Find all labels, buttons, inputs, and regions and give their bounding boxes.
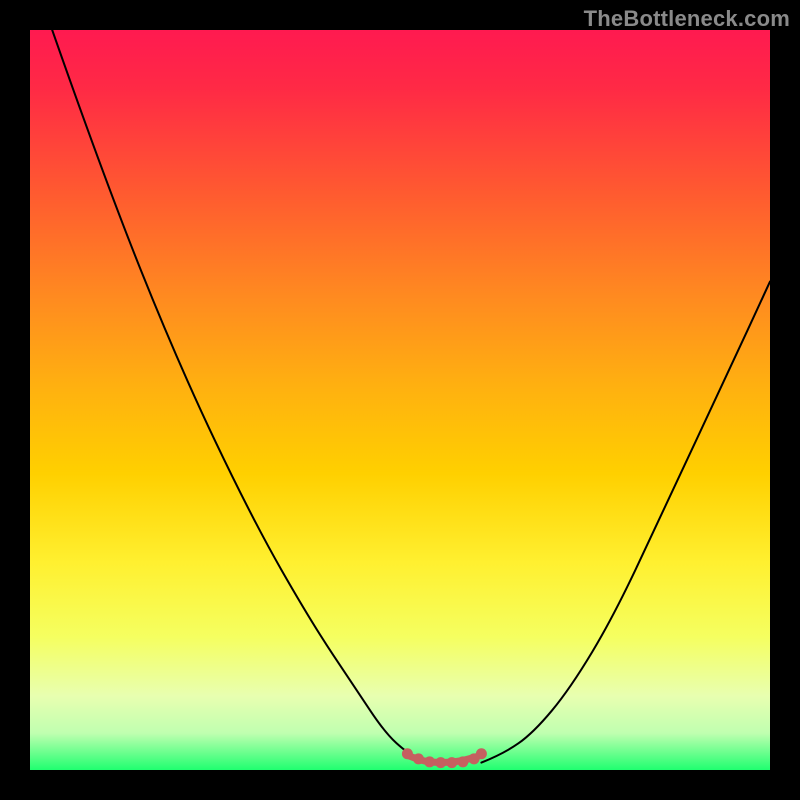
chart-marker [435, 757, 446, 768]
chart-marker [446, 757, 457, 768]
chart-marker [476, 748, 487, 759]
chart-marker [457, 756, 468, 767]
plot-area [30, 30, 770, 770]
chart-marker [413, 753, 424, 764]
chart-series-right-ascending-curve [481, 282, 770, 763]
chart-marker [424, 756, 435, 767]
chart-series-left-descending-curve [52, 30, 433, 763]
chart-marker [402, 748, 413, 759]
watermark-text: TheBottleneck.com [584, 6, 790, 32]
chart-frame: TheBottleneck.com [0, 0, 800, 800]
chart-svg [30, 30, 770, 770]
